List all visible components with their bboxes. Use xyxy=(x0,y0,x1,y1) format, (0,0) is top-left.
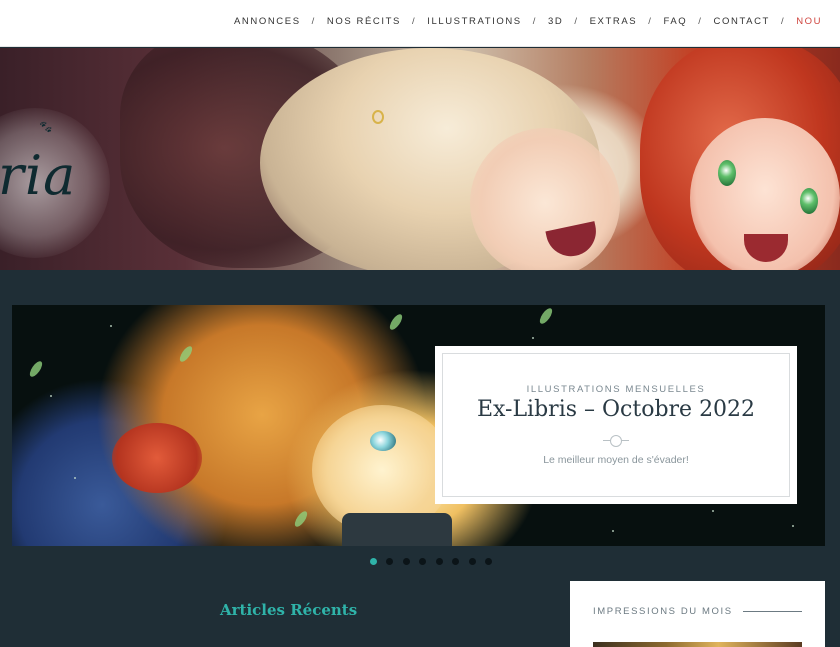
slider-art-star xyxy=(50,395,52,397)
main-nav: ANNONCES / NOS RÉCITS / ILLUSTRATIONS / 3D / EXT… xyxy=(0,0,840,47)
slider-art-leaf xyxy=(387,312,405,332)
slider-art-book xyxy=(342,513,452,546)
nav-separator: / xyxy=(411,16,417,27)
slider-art-bow xyxy=(112,423,202,493)
nav-link-contact[interactable]: CONTACT xyxy=(714,16,770,27)
slider-art-star xyxy=(110,325,112,327)
slider-art-eye xyxy=(370,431,396,451)
nav-separator: / xyxy=(648,16,653,27)
nav-item-annonces[interactable]: ANNONCES xyxy=(234,16,301,27)
nav-separator: / xyxy=(780,16,786,27)
nav-item-extras[interactable]: EXTRAS xyxy=(590,16,638,27)
slide-subtitle: Le meilleur moyen de s'évader! xyxy=(543,454,689,466)
nav-separator: / xyxy=(698,16,703,27)
paw-icon: 🐾︎ xyxy=(38,120,54,134)
slider-art-star xyxy=(74,477,76,479)
nav-link-nos-recits[interactable]: NOS RÉCITS xyxy=(327,16,401,27)
banner-art-eye-right xyxy=(800,188,818,214)
slider-art-star xyxy=(612,530,614,532)
slider-dot-1[interactable] xyxy=(370,558,377,565)
banner-art-earring xyxy=(372,110,384,124)
banner-art-eye-left xyxy=(718,160,736,186)
slider-dot-6[interactable] xyxy=(452,558,460,565)
recent-articles-heading: Articles Récents xyxy=(220,601,358,619)
slider-art-leaf xyxy=(177,344,195,364)
slider-dot-3[interactable] xyxy=(402,558,410,565)
slider-dot-7[interactable] xyxy=(468,558,476,565)
nav-link-nous[interactable]: NOU xyxy=(796,16,822,27)
sidebar-widget-impressions: IMPRESSIONS DU MOIS xyxy=(570,581,825,647)
slider-dot-8[interactable] xyxy=(485,558,493,565)
nav-item-3d[interactable]: 3D xyxy=(548,16,563,27)
slider-dot-4[interactable] xyxy=(419,558,427,565)
nav-separator: / xyxy=(532,16,537,27)
nav-separator: / xyxy=(574,16,579,27)
slider-art-star xyxy=(792,525,794,527)
slide-caption-card[interactable]: ILLUSTRATIONS MENSUELLES Ex-Libris – Oct… xyxy=(435,346,797,504)
slider-dot-5[interactable] xyxy=(435,558,443,565)
nav-link-annonces[interactable]: ANNONCES xyxy=(234,16,301,27)
nav-item-nos-recits[interactable]: NOS RÉCITS xyxy=(327,16,401,27)
nav-link-extras[interactable]: EXTRAS xyxy=(590,16,638,27)
slide-title[interactable]: Ex-Libris – Octobre 2022 xyxy=(443,397,789,422)
slider-art-star xyxy=(532,337,534,339)
slide-caption-frame: ILLUSTRATIONS MENSUELLES Ex-Libris – Oct… xyxy=(442,353,790,497)
nav-link-3d[interactable]: 3D xyxy=(548,16,563,27)
slide-divider-ornament xyxy=(603,434,629,447)
banner-art-face-blonde xyxy=(470,128,620,270)
nav-item-illustrations[interactable]: ILLUSTRATIONS xyxy=(427,16,522,27)
slider-art-leaf xyxy=(537,306,555,326)
slider-art-leaf xyxy=(27,359,45,379)
nav-link-illustrations[interactable]: ILLUSTRATIONS xyxy=(427,16,522,27)
header-banner[interactable]: 🐾︎ ria xyxy=(0,48,840,270)
site-logo[interactable]: ria xyxy=(0,144,76,207)
nav-link-faq[interactable]: FAQ xyxy=(663,16,687,27)
widget-title: IMPRESSIONS DU MOIS xyxy=(593,606,733,617)
slider-pagination xyxy=(370,552,497,565)
nav-item-nous[interactable]: NOU xyxy=(796,16,822,27)
slider-art-star xyxy=(712,510,714,512)
nav-separator: / xyxy=(311,16,316,27)
nav-item-contact[interactable]: CONTACT xyxy=(714,16,770,27)
nav-item-faq[interactable]: FAQ xyxy=(663,16,687,27)
slide-category[interactable]: ILLUSTRATIONS MENSUELLES xyxy=(443,384,789,395)
slider-art-leaf xyxy=(292,509,310,529)
slider-dot-2[interactable] xyxy=(386,558,394,565)
widget-thumbnail[interactable] xyxy=(593,642,802,647)
widget-title-rule xyxy=(743,611,802,612)
